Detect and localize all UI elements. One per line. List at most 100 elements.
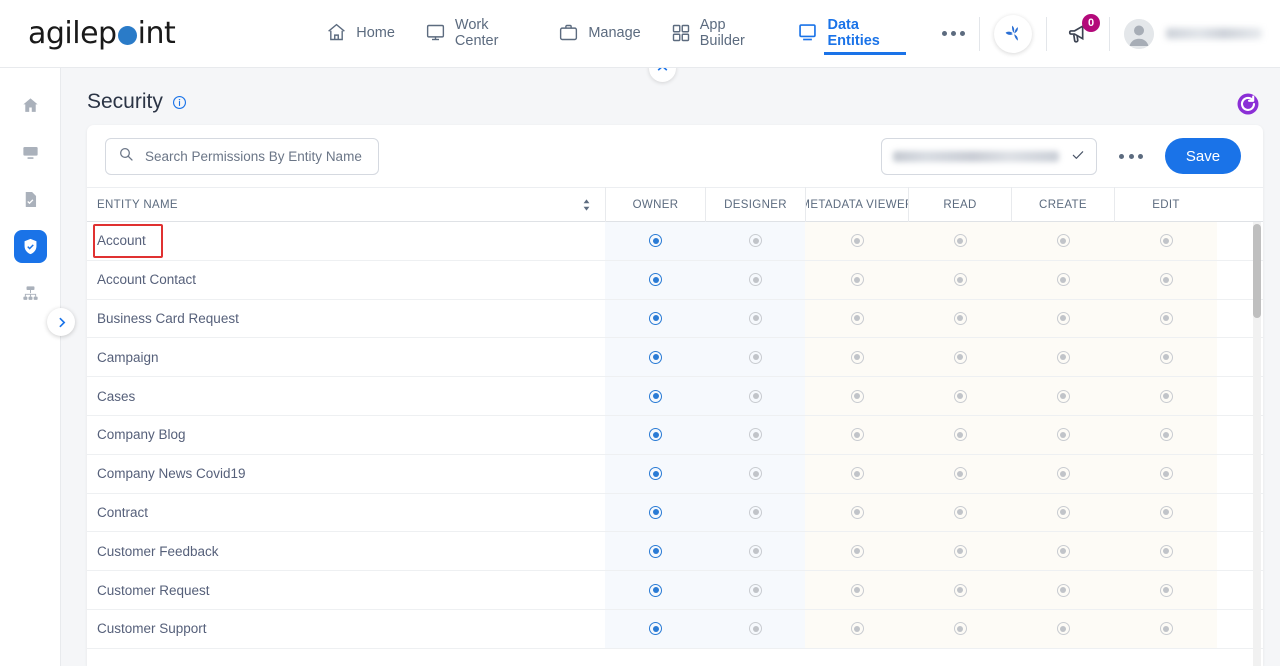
cell-designer[interactable] xyxy=(705,415,805,454)
nav-item-work-center[interactable]: Work Center xyxy=(425,17,527,51)
radio-metadata_viewer[interactable] xyxy=(850,467,864,481)
info-icon[interactable] xyxy=(172,95,187,110)
cell-create[interactable] xyxy=(1011,454,1114,493)
sort-arrows-icon[interactable] xyxy=(582,198,591,211)
radio-read[interactable] xyxy=(953,428,967,442)
cell-metadata_viewer[interactable] xyxy=(805,493,908,532)
notifications-button[interactable]: 0 xyxy=(1061,13,1100,51)
cell-edit[interactable] xyxy=(1114,222,1217,260)
radio-create[interactable] xyxy=(1056,467,1070,481)
cell-metadata_viewer[interactable] xyxy=(805,299,908,338)
radio-owner[interactable] xyxy=(649,583,662,597)
cell-read[interactable] xyxy=(908,338,1011,377)
radio-create[interactable] xyxy=(1056,428,1070,442)
cell-edit[interactable] xyxy=(1114,415,1217,454)
cell-metadata_viewer[interactable] xyxy=(805,571,908,609)
cell-read[interactable] xyxy=(908,454,1011,493)
cell-owner[interactable] xyxy=(605,377,705,415)
radio-edit[interactable] xyxy=(1159,350,1173,364)
cell-owner[interactable] xyxy=(605,454,705,493)
table-row[interactable]: Contract xyxy=(87,493,1263,533)
radio-read[interactable] xyxy=(953,350,967,364)
table-row[interactable]: Campaign xyxy=(87,338,1263,378)
radio-read[interactable] xyxy=(953,467,967,481)
cell-edit[interactable] xyxy=(1114,338,1217,377)
cell-metadata_viewer[interactable] xyxy=(805,454,908,493)
cell-owner[interactable] xyxy=(605,338,705,377)
cell-read[interactable] xyxy=(908,415,1011,454)
radio-create[interactable] xyxy=(1056,505,1070,519)
radio-metadata_viewer[interactable] xyxy=(850,389,864,403)
cell-designer[interactable] xyxy=(705,377,805,415)
cell-read[interactable] xyxy=(908,532,1011,571)
radio-edit[interactable] xyxy=(1159,583,1173,597)
nav-item-app-builder[interactable]: App Builder xyxy=(671,17,768,51)
cell-owner[interactable] xyxy=(605,571,705,609)
user-menu[interactable] xyxy=(1124,18,1262,49)
sidebar-expand-button[interactable] xyxy=(47,308,75,336)
nav-item-data-entities[interactable]: Data Entities xyxy=(797,17,906,55)
radio-owner[interactable] xyxy=(649,273,662,287)
cell-designer[interactable] xyxy=(705,571,805,609)
vertical-scrollbar-thumb[interactable] xyxy=(1253,224,1261,318)
search-input[interactable] xyxy=(145,148,366,164)
sidebar-item-work-center[interactable] xyxy=(0,129,61,176)
radio-create[interactable] xyxy=(1056,544,1070,558)
radio-designer[interactable] xyxy=(749,311,762,325)
radio-designer[interactable] xyxy=(749,622,762,636)
cell-owner[interactable] xyxy=(605,415,705,454)
sidebar-item-reports[interactable] xyxy=(0,176,61,223)
table-row[interactable]: Cases xyxy=(87,377,1263,416)
cell-create[interactable] xyxy=(1011,571,1114,609)
radio-owner[interactable] xyxy=(649,622,662,636)
table-row[interactable]: Business Card Request xyxy=(87,299,1263,339)
radio-edit[interactable] xyxy=(1159,622,1173,636)
cell-owner[interactable] xyxy=(605,532,705,571)
nav-item-home[interactable]: Home xyxy=(325,22,395,46)
more-options-button[interactable] xyxy=(1113,148,1149,165)
cell-read[interactable] xyxy=(908,609,1011,648)
radio-read[interactable] xyxy=(953,583,967,597)
cell-create[interactable] xyxy=(1011,299,1114,338)
radio-create[interactable] xyxy=(1056,389,1070,403)
radio-read[interactable] xyxy=(953,505,967,519)
sidebar-item-home[interactable] xyxy=(0,82,61,129)
radio-metadata_viewer[interactable] xyxy=(850,428,864,442)
radio-edit[interactable] xyxy=(1159,311,1173,325)
radio-owner[interactable] xyxy=(649,544,662,558)
radio-create[interactable] xyxy=(1056,273,1070,287)
cell-metadata_viewer[interactable] xyxy=(805,532,908,571)
permission-set-select[interactable] xyxy=(881,137,1097,175)
radio-metadata_viewer[interactable] xyxy=(850,544,864,558)
radio-owner[interactable] xyxy=(649,505,662,519)
table-row[interactable]: Customer Support xyxy=(87,609,1263,649)
radio-owner[interactable] xyxy=(649,311,662,325)
cell-owner[interactable] xyxy=(605,609,705,648)
radio-metadata_viewer[interactable] xyxy=(850,311,864,325)
cell-read[interactable] xyxy=(908,222,1011,260)
cell-create[interactable] xyxy=(1011,222,1114,260)
cell-edit[interactable] xyxy=(1114,609,1217,648)
save-button[interactable]: Save xyxy=(1165,138,1241,174)
radio-designer[interactable] xyxy=(749,467,762,481)
cell-owner[interactable] xyxy=(605,222,705,260)
cell-create[interactable] xyxy=(1011,493,1114,532)
radio-metadata_viewer[interactable] xyxy=(850,234,864,248)
radio-designer[interactable] xyxy=(749,389,762,403)
cell-designer[interactable] xyxy=(705,609,805,648)
table-row[interactable]: Customer Request xyxy=(87,571,1263,610)
radio-edit[interactable] xyxy=(1159,234,1173,248)
cell-create[interactable] xyxy=(1011,260,1114,299)
radio-owner[interactable] xyxy=(649,389,662,403)
cell-edit[interactable] xyxy=(1114,260,1217,299)
column-header-entity[interactable]: ENTITY NAME xyxy=(87,187,605,222)
radio-metadata_viewer[interactable] xyxy=(850,583,864,597)
cell-read[interactable] xyxy=(908,493,1011,532)
cell-edit[interactable] xyxy=(1114,493,1217,532)
cell-designer[interactable] xyxy=(705,222,805,260)
table-row[interactable]: Company Blog xyxy=(87,415,1263,455)
cell-metadata_viewer[interactable] xyxy=(805,415,908,454)
radio-create[interactable] xyxy=(1056,622,1070,636)
cell-designer[interactable] xyxy=(705,299,805,338)
radio-metadata_viewer[interactable] xyxy=(850,622,864,636)
